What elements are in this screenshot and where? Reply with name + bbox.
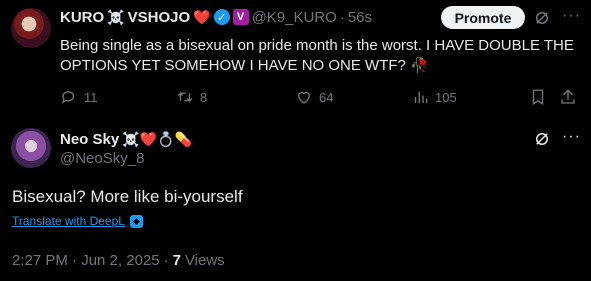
translate-link[interactable]: Translate with DeepL ◆ <box>12 214 143 228</box>
reply-more-options-icon[interactable]: ··· <box>562 128 581 146</box>
reply-author-line: Neo Sky ☠️❤️💍💊 <box>60 129 192 149</box>
bookmark-icon <box>532 89 544 106</box>
affiliate-badge-icon[interactable]: V <box>232 9 249 25</box>
more-options-icon[interactable]: ··· <box>562 7 581 25</box>
reply-author-emojis: ☠️❤️💍💊 <box>122 131 192 147</box>
grok-icon[interactable] <box>533 130 551 148</box>
like-action[interactable]: 64 <box>295 87 333 107</box>
reply-meta: 2:27 PM · Jun 2, 2025 · 7 Views <box>12 252 225 269</box>
reply-views-count: 7 <box>172 252 181 269</box>
deepl-icon: ◆ <box>129 214 143 228</box>
views-count: 105 <box>435 89 457 105</box>
verified-badge-icon: ✓ <box>213 9 230 25</box>
reply-icon <box>61 91 75 104</box>
retweet-count: 8 <box>200 89 208 105</box>
avatar[interactable] <box>11 8 51 48</box>
tweet-text: Being single as a bisexual on pride mont… <box>60 37 574 74</box>
tweet-author-line: KURO ☠️ VSHOJO ❤️ ✓ V @K9_KURO · 56s <box>60 7 372 27</box>
translate-label[interactable]: Translate with DeepL <box>12 214 125 228</box>
promote-button[interactable]: Promote <box>441 6 525 29</box>
analytics-icon <box>414 91 428 103</box>
author-name[interactable]: KURO <box>60 9 104 26</box>
meta-separator: · <box>163 252 169 269</box>
like-count: 64 <box>319 89 334 105</box>
grok-icon[interactable] <box>533 9 551 27</box>
reply-author-handle[interactable]: @NeoSky_8 <box>60 150 144 167</box>
share-action[interactable] <box>559 87 577 107</box>
views-action[interactable]: 105 <box>411 87 457 107</box>
reply-timestamp[interactable]: 2:27 PM · Jun 2, 2025 <box>12 252 160 269</box>
retweet-icon <box>177 91 193 103</box>
reply-views-label: Views <box>184 252 225 269</box>
reply-count: 11 <box>84 89 98 105</box>
author-name-suffix[interactable]: VSHOJO <box>128 9 191 26</box>
tweet-time[interactable]: 56s <box>348 9 372 26</box>
heart-icon <box>298 91 310 104</box>
retweet-action[interactable]: 8 <box>176 87 207 107</box>
heart-emoji: ❤️ <box>193 9 211 25</box>
skull-emoji: ☠️ <box>107 9 125 25</box>
reply-avatar[interactable] <box>11 128 51 168</box>
author-handle[interactable]: @K9_KURO <box>252 9 337 26</box>
share-icon <box>561 89 575 104</box>
reply-action[interactable]: 11 <box>60 87 98 107</box>
time-separator: · <box>339 8 345 26</box>
reply-author-name[interactable]: Neo Sky <box>60 131 119 148</box>
bookmark-action[interactable] <box>529 87 547 107</box>
reply-text: Bisexual? More like bi-yourself <box>12 187 243 206</box>
